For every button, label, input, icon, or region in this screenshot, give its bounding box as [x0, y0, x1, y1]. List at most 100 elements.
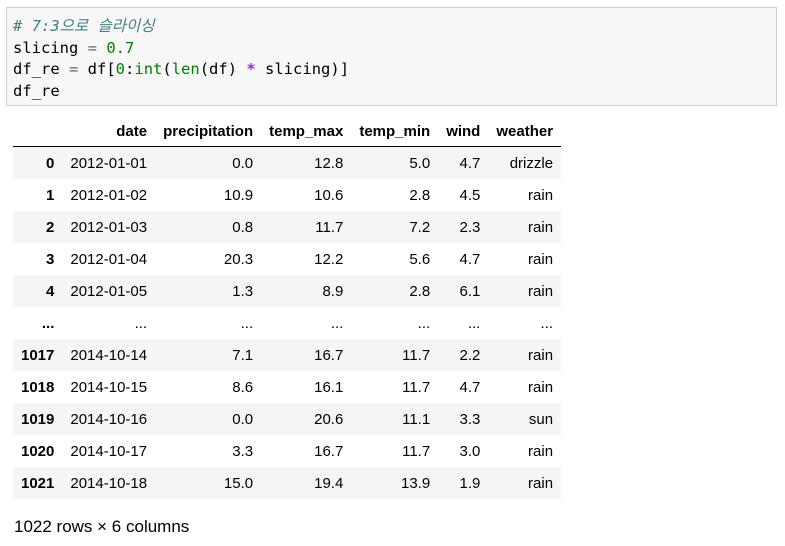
column-header: temp_max — [261, 116, 352, 147]
code-token: = — [69, 60, 79, 78]
table-cell: rain — [528, 250, 554, 268]
table-cell: 0.0 — [232, 410, 254, 428]
table-cell: 7.2 — [409, 218, 431, 236]
table-cell: 2014-10-15 — [70, 378, 148, 396]
code-token: slicing)] — [255, 60, 350, 78]
table-cell: rain — [528, 378, 554, 396]
table-cell: 20.3 — [223, 250, 254, 268]
table-cell: 3.3 — [232, 442, 254, 460]
table-cell: 16.1 — [314, 378, 344, 396]
table-cell: 2012-01-01 — [70, 154, 148, 172]
table-cell: 2014-10-14 — [70, 346, 148, 364]
table-cell: 6.1 — [459, 282, 481, 300]
table-row: 1019 2014-10-16 0.0 20.6 11.1 3.3 sun — [13, 403, 562, 435]
column-header: temp_min — [351, 116, 439, 147]
table-header-row: date precipitation temp_max temp_min wind wea… — [13, 116, 562, 147]
table-cell: 2012-01-05 — [70, 282, 148, 300]
code-token: df_re — [13, 81, 60, 100]
table-cell: 16.7 — [314, 442, 344, 460]
table-cell: 2.8 — [409, 186, 431, 204]
code-cell[interactable]: # 7:3으로 슬라이싱 slicing = 0.7 df_re = df[0:in… — [6, 7, 777, 106]
table-cell: 2014-10-17 — [70, 442, 148, 460]
table-cell: 8.9 — [322, 282, 344, 300]
table-cell: rain — [528, 442, 554, 460]
table-cell: 4.7 — [459, 154, 481, 172]
table-cell: 1.3 — [232, 282, 254, 300]
table-cell: ... — [240, 314, 254, 332]
code-line: df_re — [13, 81, 770, 103]
code-line: slicing = 0.7 — [13, 38, 770, 60]
table-cell: 11.7 — [402, 442, 431, 460]
table-cell: 20.6 — [314, 410, 344, 428]
table-cell: rain — [528, 346, 554, 364]
row-index: 1021 — [21, 474, 55, 492]
row-index: 3 — [46, 250, 55, 268]
table-cell: 5.0 — [409, 154, 431, 172]
table-cell: ... — [330, 314, 344, 332]
table-cell: rain — [528, 474, 554, 492]
table-cell: ... — [134, 314, 148, 332]
table-cell: 3.0 — [459, 442, 481, 460]
table-cell: 2014-10-18 — [70, 474, 148, 492]
row-index: 0 — [46, 154, 55, 172]
code-token: : — [125, 60, 135, 78]
dataframe-shape-summary: 1022 rows × 6 columns — [14, 517, 190, 536]
table-row: 1021 2014-10-18 15.0 19.4 13.9 1.9 rain — [13, 467, 562, 499]
table-cell: 7.1 — [232, 346, 254, 364]
code-token: (df) — [199, 60, 247, 78]
table-cell: 11.1 — [402, 410, 431, 428]
row-index: 1017 — [21, 346, 55, 364]
row-index: 2 — [46, 218, 55, 236]
table-cell: ... — [540, 314, 554, 332]
column-header: wind — [438, 116, 489, 147]
code-token: 0.7 — [106, 38, 135, 57]
table-cell: 13.9 — [400, 474, 431, 492]
table-cell: 2.3 — [459, 218, 481, 236]
table-row: ..................... — [13, 307, 561, 339]
table-cell: 11.7 — [315, 218, 344, 236]
table-cell: rain — [528, 282, 554, 300]
table-cell: 4.7 — [459, 378, 481, 396]
table-cell: 19.4 — [314, 474, 344, 492]
table-cell: 16.7 — [314, 346, 344, 364]
table-row: 2 2012-01-03 0.8 11.7 7.2 2.3 rain — [13, 211, 562, 243]
table-row: 1018 2014-10-15 8.6 16.1 11.7 4.7 rain — [13, 371, 561, 403]
table-cell: 15.0 — [223, 474, 254, 492]
row-index: ... — [41, 314, 55, 332]
code-token: int — [134, 60, 163, 78]
table-cell: 3.3 — [459, 410, 481, 428]
table-cell: 2012-01-04 — [70, 250, 148, 268]
table-cell: 2014-10-16 — [70, 410, 148, 428]
code-token: # 7:3으로 슬라이싱 — [13, 17, 155, 35]
table-cell: sun — [528, 410, 554, 428]
table-cell: drizzle — [509, 154, 554, 172]
code-token: df[ — [78, 60, 116, 78]
table-cell: 12.2 — [314, 250, 344, 268]
table-row: 1 2012-01-02 10.9 10.6 2.8 4.5 rain — [13, 179, 561, 211]
code-line: df_re = df[0:int(len(df) * slicing)] — [13, 59, 770, 81]
table-row: 1020 2014-10-17 3.3 16.7 11.7 3.0 rain — [13, 435, 561, 467]
code-token: len — [171, 60, 200, 78]
table-cell: ... — [417, 314, 431, 332]
table-cell: 11.7 — [402, 346, 431, 364]
table-cell: 2.8 — [409, 282, 431, 300]
dataframe-table: date precipitation temp_max temp_min wind wea… — [13, 116, 562, 499]
row-index: 1019 — [21, 410, 55, 428]
index-header — [13, 116, 63, 147]
column-header: weather — [488, 116, 562, 147]
table-row: 1017 2014-10-14 7.1 16.7 11.7 2.2 rain — [13, 339, 562, 371]
table-cell: rain — [528, 218, 554, 236]
column-header: precipitation — [155, 116, 262, 147]
table-cell: 4.5 — [459, 186, 481, 204]
column-header: date — [62, 116, 156, 147]
row-index: 1018 — [21, 378, 55, 396]
row-index: 1020 — [21, 442, 55, 460]
code-line: # 7:3으로 슬라이싱 — [13, 16, 770, 38]
row-index: 1 — [46, 186, 55, 204]
code-token: 0 — [115, 60, 126, 78]
code-token: = — [87, 38, 97, 57]
table-cell: 10.6 — [314, 186, 344, 204]
table-cell: 10.9 — [223, 186, 254, 204]
table-cell: 2012-01-03 — [70, 218, 148, 236]
